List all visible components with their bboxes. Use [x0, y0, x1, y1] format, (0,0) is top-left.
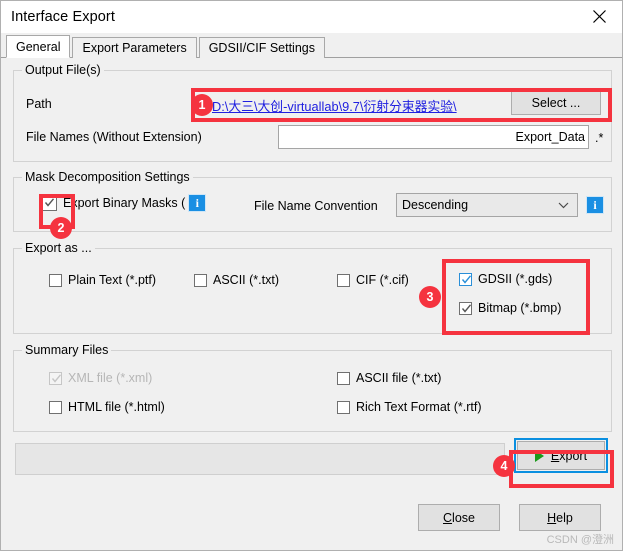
watermark: CSDN @澄洲: [546, 534, 614, 546]
cif-label: CIF (*.cif): [356, 273, 409, 287]
chevron-down-icon: [558, 198, 569, 212]
help-button-label: Help: [547, 510, 573, 525]
window-title: Interface Export: [11, 9, 115, 25]
close-button[interactable]: Close: [418, 504, 500, 531]
export-binary-masks-label: Export Binary Masks (: [63, 196, 186, 210]
annotation-badge-3: 3: [419, 286, 441, 308]
convention-info-icon[interactable]: i: [587, 197, 603, 213]
summary-option-xml: XML file (*.xml): [49, 371, 152, 385]
export-as-option-gdsii[interactable]: GDSII (*.gds): [459, 272, 552, 286]
bitmap-label: Bitmap (*.bmp): [478, 301, 562, 315]
export-as-option-cif[interactable]: CIF (*.cif): [337, 273, 409, 287]
plain-text-checkbox[interactable]: [49, 273, 62, 287]
file-names-input[interactable]: Export_Data: [278, 125, 589, 149]
tab-export-parameters[interactable]: Export Parameters: [72, 37, 197, 58]
close-button-label: Close: [443, 510, 475, 525]
plain-text-label: Plain Text (*.ptf): [68, 273, 157, 287]
group-mask-decomposition-label: Mask Decomposition Settings: [22, 170, 193, 184]
export-as-option-ascii[interactable]: ASCII (*.txt): [194, 273, 279, 287]
group-summary-files-label: Summary Files: [22, 343, 112, 357]
select-path-button[interactable]: Select ...: [511, 91, 601, 115]
tab-general[interactable]: General: [6, 35, 71, 58]
help-button[interactable]: Help: [519, 504, 601, 531]
gdsii-checkbox[interactable]: [459, 272, 472, 286]
summary-option-rtf[interactable]: Rich Text Format (*.rtf): [337, 400, 481, 414]
group-export-as-label: Export as ...: [22, 241, 95, 255]
file-extension-suffix: .*: [595, 131, 604, 145]
xml-file-label: XML file (*.xml): [68, 371, 153, 385]
close-icon[interactable]: [576, 1, 622, 32]
xml-file-checkbox: [49, 371, 62, 385]
ascii-file-label: ASCII file (*.txt): [356, 371, 442, 385]
tab-strip: General Export Parameters GDSII/CIF Sett…: [1, 33, 622, 58]
interface-export-dialog: Interface Export General Export Paramete…: [0, 0, 623, 551]
title-bar: Interface Export: [1, 1, 622, 33]
group-mask-decomposition: Mask Decomposition Settings Export Binar…: [13, 170, 612, 232]
annotation-badge-2: 2: [50, 217, 72, 239]
file-name-convention-label: File Name Convention: [254, 199, 378, 213]
tab-gdsii-cif-settings[interactable]: GDSII/CIF Settings: [198, 37, 325, 58]
export-as-option-plain-text[interactable]: Plain Text (*.ptf): [49, 273, 156, 287]
export-button[interactable]: Export: [514, 438, 608, 473]
play-triangle-icon: [534, 449, 544, 462]
ascii-label: ASCII (*.txt): [213, 273, 279, 287]
file-names-label: File Names (Without Extension): [26, 130, 202, 144]
info-icon[interactable]: i: [189, 195, 206, 211]
rtf-file-checkbox[interactable]: [337, 400, 350, 414]
export-binary-masks-row[interactable]: Export Binary Masks ( i: [42, 195, 206, 211]
html-file-label: HTML file (*.html): [68, 400, 165, 414]
group-summary-files: Summary Files XML file (*.xml) ASCII fil…: [13, 343, 612, 432]
ascii-file-checkbox[interactable]: [337, 371, 350, 385]
ascii-checkbox[interactable]: [194, 273, 207, 287]
group-export-as: Export as ... Plain Text (*.ptf) ASCII (…: [13, 241, 612, 334]
file-name-convention-value: Descending: [402, 198, 469, 212]
group-output-files: Output File(s) Path D:\大三\大创-virtuallab\…: [13, 63, 612, 162]
summary-option-html[interactable]: HTML file (*.html): [49, 400, 165, 414]
cif-checkbox[interactable]: [337, 273, 350, 287]
summary-option-ascii[interactable]: ASCII file (*.txt): [337, 371, 441, 385]
group-output-files-label: Output File(s): [22, 63, 104, 77]
path-link[interactable]: D:\大三\大创-virtuallab\9.7\衍射分束器实验\: [212, 96, 457, 115]
bitmap-checkbox[interactable]: [459, 301, 472, 315]
tab-page-general: Output File(s) Path D:\大三\大创-virtuallab\…: [1, 58, 622, 550]
path-label: Path: [26, 97, 52, 111]
file-name-convention-select[interactable]: Descending: [396, 193, 578, 217]
rtf-file-label: Rich Text Format (*.rtf): [356, 400, 482, 414]
gdsii-label: GDSII (*.gds): [478, 272, 553, 286]
annotation-badge-1: 1: [191, 94, 213, 116]
progress-bar: [15, 443, 505, 475]
export-binary-masks-checkbox[interactable]: [42, 195, 57, 211]
file-names-value: Export_Data: [515, 130, 585, 144]
annotation-badge-4: 4: [493, 455, 515, 477]
html-file-checkbox[interactable]: [49, 400, 62, 414]
export-button-label: Export: [550, 448, 588, 463]
export-as-option-bitmap[interactable]: Bitmap (*.bmp): [459, 301, 561, 315]
